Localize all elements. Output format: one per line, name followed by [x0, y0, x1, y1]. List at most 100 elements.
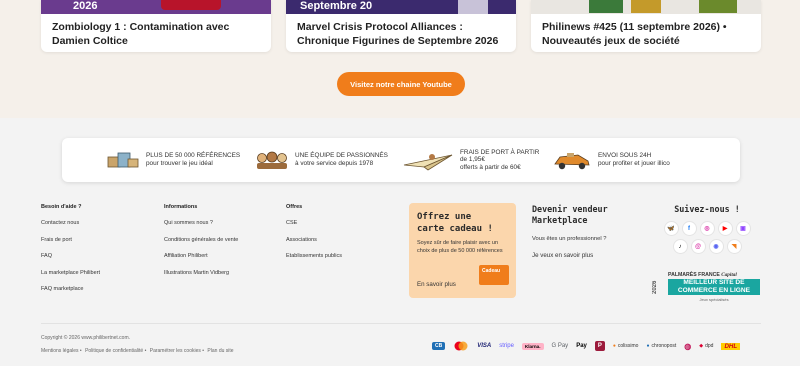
article-card[interactable]: Philinews #425 (11 septembre 2026) • Nou…	[531, 0, 761, 52]
column-heading: Informations	[164, 204, 198, 210]
footer-link-affiliation[interactable]: Affiliation Philibert	[164, 253, 238, 270]
footer-link-marketplace[interactable]: La marketplace Philibert	[41, 270, 100, 287]
youtube-channel-button[interactable]: Visitez notre chaine Youtube	[337, 72, 465, 96]
thumbnail-year: 2026	[73, 0, 98, 12]
seller-learn-more-link[interactable]: Je veux en savoir plus	[532, 252, 632, 259]
benefit-subtitle: pour trouver le jeu idéal	[146, 160, 213, 167]
bluesky-icon[interactable]: 🦋	[664, 222, 678, 235]
award-year: 2026	[652, 280, 658, 294]
tiktok-icon[interactable]: ♪	[673, 240, 687, 253]
race-car-icon	[554, 153, 590, 170]
twitch-icon[interactable]: ▣	[736, 222, 750, 235]
seller-title: Devenir vendeur Marketplace	[532, 204, 608, 225]
footer-divider	[41, 323, 761, 324]
award-line1: PALMARÈS FRANCE Capital	[668, 272, 737, 278]
social-section: Suivez-nous ! 🦋 f ◎ ▶ ▣ ♪ @ ◉ ◥	[652, 204, 762, 253]
article-title[interactable]: Zombiology 1 : Contamination avec Damien…	[52, 20, 263, 48]
footer-column-info: Informations Qui sommes nous ? Condition…	[164, 204, 238, 286]
footer-link-public[interactable]: Etablissements publics	[286, 253, 342, 270]
gift-learn-more-link[interactable]: En savoir plus	[417, 281, 456, 288]
award-badge: 2026 PALMARÈS FRANCE Capital MEILLEUR SI…	[652, 270, 762, 304]
footer-link-faq[interactable]: FAQ	[41, 253, 100, 270]
footer-link-terms[interactable]: Conditions générales de vente	[164, 237, 238, 254]
article-card[interactable]: 2026 Zombiology 1 : Contamination avec D…	[41, 0, 271, 52]
legal-link-privacy[interactable]: Politique de confidentialité	[85, 348, 143, 354]
thumbnail-art	[458, 0, 488, 14]
thumbnail-box	[699, 0, 737, 13]
cb-icon: CB	[432, 342, 446, 350]
paypal-icon: P	[594, 341, 605, 351]
instagram-icon[interactable]: ◎	[700, 222, 714, 235]
seller-question: Vous êtes un professionnel ?	[532, 236, 607, 242]
benefit-subtitle: offerts à partir de 60€	[460, 163, 521, 171]
social-title: Suivez-nous !	[674, 204, 740, 214]
benefit-team: Une équipe de passionnés à votre service…	[255, 138, 388, 182]
stripe-icon: stripe	[499, 343, 514, 349]
benefit-subtitle: à votre service depuis 1978	[295, 160, 374, 167]
benefit-subtitle: pour profiter et jouer illico	[598, 160, 670, 167]
benefit-references: Plus de 50 000 références pour trouver l…	[106, 138, 240, 182]
thumbnail-box	[589, 0, 623, 13]
award-headline: MEILLEUR SITE DE COMMERCE EN LIGNE	[668, 279, 760, 295]
mastercard-icon	[453, 341, 469, 351]
thumbnail-box	[631, 0, 661, 13]
rss-icon[interactable]: ◥	[727, 240, 741, 253]
footer-column-offers: Offres CSE Associations Etablissements p…	[286, 204, 342, 270]
footer-link-associations[interactable]: Associations	[286, 237, 342, 254]
benefit-detail: de 1,95€	[460, 156, 485, 164]
gift-card-promo[interactable]: Offrez une carte cadeau ! Soyez sûr de f…	[409, 203, 516, 298]
payment-methods: CB VISA stripe Klarna. G Pay Pay P ● coli…	[432, 340, 741, 352]
legal-link-cookies[interactable]: Paramétrer les cookies	[150, 348, 201, 354]
footer-link-about[interactable]: Qui sommes nous ?	[164, 220, 238, 237]
footer-link-shipping[interactable]: Frais de port	[41, 237, 100, 254]
threads-icon[interactable]: @	[691, 240, 705, 253]
benefit-fast-delivery: Envoi sous 24H pour profiter et jouer il…	[552, 138, 670, 182]
visa-icon: VISA	[477, 343, 492, 349]
thumbnail-overlay-text: Septembre 20	[300, 0, 373, 12]
benefit-title: Plus de 50 000 références	[146, 152, 241, 160]
column-heading: Besoin d'aide ?	[41, 204, 82, 210]
legal-link-mentions[interactable]: Mentions légales	[41, 348, 79, 354]
legal-link-sitemap[interactable]: Plan du site	[207, 348, 233, 354]
dpd-icon: ◆ dpd	[699, 343, 714, 349]
footer-link-cse[interactable]: CSE	[286, 220, 342, 237]
footer-link-contact[interactable]: Contactez nous	[41, 220, 100, 237]
dhl-icon: DHL	[721, 342, 741, 350]
youtube-icon[interactable]: ▶	[718, 222, 732, 235]
seller-promo: Devenir vendeur Marketplace Vous êtes un…	[532, 204, 632, 259]
benefits-banner: Plus de 50 000 références pour trouver l…	[62, 138, 740, 182]
footer-link-illustrations[interactable]: Illustrations Martin Vidberg	[164, 270, 238, 287]
blog-section: 2026 Zombiology 1 : Contamination avec D…	[0, 0, 800, 118]
boxes-icon	[107, 152, 139, 168]
copyright-text: Copyright © 2026 www.philibertnet.com.	[41, 335, 131, 341]
klarna-icon: Klarna.	[521, 342, 544, 350]
award-category: Jeux spécialisés	[699, 297, 729, 302]
article-thumbnail[interactable]	[531, 0, 761, 14]
benefit-title: Frais de port à partir	[460, 148, 540, 156]
article-card[interactable]: Septembre 20 Marvel Crisis Protocol Alli…	[286, 0, 516, 52]
social-row-2: ♪ @ ◉ ◥	[652, 240, 762, 253]
social-row-1: 🦋 f ◎ ▶ ▣	[652, 222, 762, 235]
paper-plane-icon	[403, 154, 453, 171]
gift-card-label: Cadeau	[482, 268, 501, 274]
benefit-title: Une équipe de passionnés	[295, 152, 388, 160]
gift-description: Soyez sûr de faire plaisir avec un choix…	[417, 240, 503, 255]
article-thumbnail[interactable]: Septembre 20	[286, 0, 516, 14]
google-pay-icon: G Pay	[551, 343, 569, 349]
footer-column-help: Besoin d'aide ? Contactez nous Frais de …	[41, 204, 100, 303]
benefit-title: Envoi sous 24H	[598, 152, 652, 160]
discord-icon[interactable]: ◉	[709, 240, 723, 253]
mondial-relay-icon: ◍	[684, 341, 692, 351]
footer-link-faq-marketplace[interactable]: FAQ marketplace	[41, 286, 100, 303]
colissimo-icon: ● colissimo	[612, 343, 639, 349]
column-heading: Offres	[286, 204, 303, 210]
article-title[interactable]: Philinews #425 (11 septembre 2026) • Nou…	[542, 20, 753, 48]
award-brand: Capital	[721, 272, 737, 278]
article-title[interactable]: Marvel Crisis Protocol Alliances : Chron…	[297, 20, 508, 48]
apple-pay-icon: Pay	[576, 343, 587, 349]
article-thumbnail[interactable]: 2026	[41, 0, 271, 14]
benefit-shipping: Frais de port à partir de 1,95€ offerts …	[402, 138, 539, 182]
gift-card-image: Cadeau	[479, 265, 509, 285]
site-footer: Plus de 50 000 références pour trouver l…	[0, 118, 800, 366]
facebook-icon[interactable]: f	[682, 222, 696, 235]
